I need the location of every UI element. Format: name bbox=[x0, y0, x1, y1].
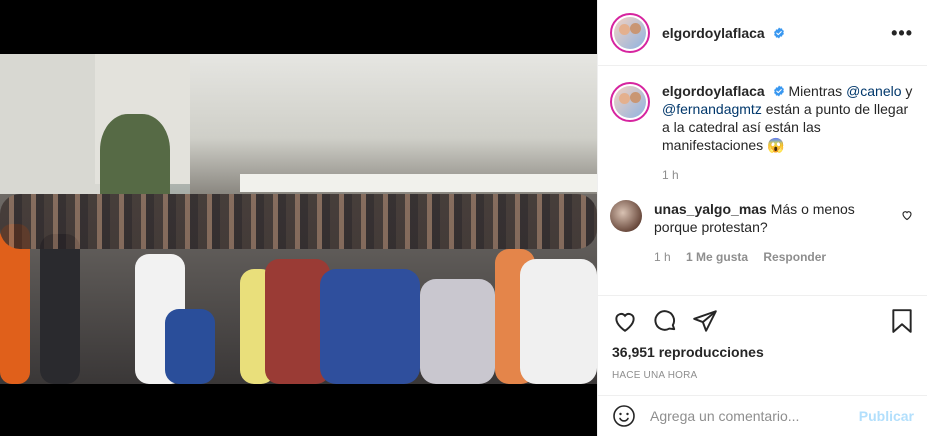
mention-link-canelo[interactable]: @canelo bbox=[846, 83, 901, 99]
comment-meta: 1 h 1 Me gusta Responder bbox=[654, 248, 901, 266]
comment-row: unas_yalgo_mas Más o menos porque protes… bbox=[610, 200, 913, 266]
action-icons bbox=[612, 306, 915, 336]
emoji-button[interactable] bbox=[612, 404, 636, 428]
caption-body: elgordoylaflaca Mientras @canelo y @fern… bbox=[662, 82, 913, 184]
comment-icon bbox=[654, 310, 676, 331]
comments-section: elgordoylaflaca Mientras @canelo y @fern… bbox=[598, 66, 927, 295]
post-media bbox=[0, 0, 597, 436]
paper-plane-icon bbox=[693, 310, 717, 332]
comment-likes[interactable]: 1 Me gusta bbox=[686, 250, 748, 264]
post-details-panel: elgordoylaflaca ••• elgordoylaflaca Mien… bbox=[597, 0, 927, 436]
verified-badge-icon bbox=[773, 27, 784, 38]
video-frame-trees bbox=[100, 114, 170, 204]
bookmark-icon bbox=[892, 309, 912, 333]
post-header: elgordoylaflaca ••• bbox=[598, 0, 927, 66]
video-frame-building-left bbox=[0, 54, 100, 204]
verified-badge-icon bbox=[773, 85, 784, 97]
comment-body: unas_yalgo_mas Más o menos porque protes… bbox=[654, 200, 901, 266]
post-actions: 36,951 reproducciones HACE UNA HORA bbox=[598, 295, 927, 393]
comment-time[interactable]: 1 h bbox=[654, 250, 671, 264]
caption-meta: 1 h bbox=[662, 166, 913, 184]
caption-text-part: Mientras bbox=[788, 83, 847, 99]
author-avatar-image bbox=[614, 16, 646, 49]
comment-input[interactable] bbox=[650, 408, 859, 424]
comment-username[interactable]: unas_yalgo_mas bbox=[654, 201, 767, 217]
caption-text-part: y bbox=[901, 83, 913, 99]
comment-reply-button[interactable]: Responder bbox=[763, 250, 826, 264]
caption-row: elgordoylaflaca Mientras @canelo y @fern… bbox=[610, 82, 913, 184]
emoji-icon bbox=[613, 405, 635, 427]
mention-link-fernandagmtz[interactable]: @fernandagmtz bbox=[662, 101, 762, 117]
post-timestamp[interactable]: HACE UNA HORA bbox=[612, 370, 915, 381]
comment-like-button[interactable] bbox=[901, 200, 913, 266]
author-username-text[interactable]: elgordoylaflaca bbox=[662, 25, 765, 41]
video-frame-person bbox=[165, 309, 215, 384]
video-frame-person bbox=[420, 279, 495, 384]
video-frame-crowd-heads bbox=[0, 194, 597, 249]
like-button[interactable] bbox=[612, 308, 638, 334]
publish-button[interactable]: Publicar bbox=[859, 408, 914, 424]
commenter-avatar[interactable] bbox=[610, 200, 642, 232]
share-button[interactable] bbox=[692, 308, 718, 334]
video-frame-person bbox=[520, 259, 597, 384]
heart-icon bbox=[902, 211, 912, 221]
caption-author-avatar[interactable] bbox=[610, 82, 650, 122]
view-count[interactable]: 36,951 reproducciones bbox=[612, 344, 915, 360]
video-frame-building-main bbox=[190, 54, 597, 194]
caption-username[interactable]: elgordoylaflaca bbox=[662, 83, 765, 99]
author-avatar[interactable] bbox=[610, 12, 650, 53]
video-player[interactable] bbox=[0, 54, 597, 384]
video-frame-storefront bbox=[240, 174, 597, 192]
video-frame-person bbox=[40, 234, 80, 384]
heart-icon bbox=[615, 313, 635, 332]
more-options-button[interactable]: ••• bbox=[891, 24, 913, 42]
video-frame-person bbox=[320, 269, 420, 384]
author-username[interactable]: elgordoylaflaca bbox=[662, 25, 785, 41]
comment-button[interactable] bbox=[652, 308, 678, 334]
save-button[interactable] bbox=[889, 308, 915, 334]
add-comment-bar: Publicar bbox=[598, 395, 927, 436]
caption-time[interactable]: 1 h bbox=[662, 168, 679, 182]
caption-author-avatar-image bbox=[614, 86, 646, 118]
